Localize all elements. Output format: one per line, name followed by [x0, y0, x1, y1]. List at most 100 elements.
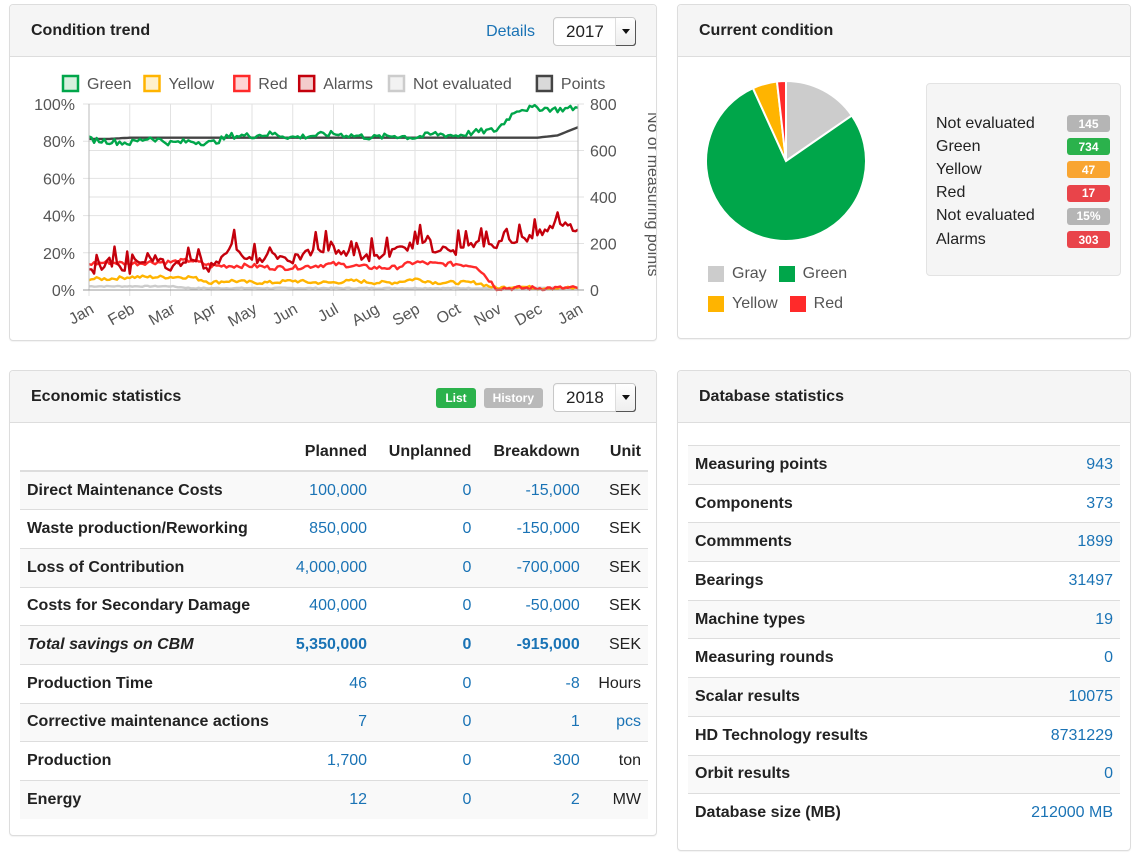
breakdown-value[interactable]: -150,000	[478, 509, 587, 549]
planned-value[interactable]: 12	[282, 780, 375, 820]
database-statistics-heading: Database statistics	[678, 371, 1130, 423]
x-tick-label: Mar	[146, 300, 179, 329]
chevron-down-icon[interactable]	[615, 384, 635, 411]
column-header-planned: Planned	[282, 433, 375, 472]
list-button[interactable]: List	[436, 387, 476, 408]
stat-label: Measuring points	[688, 445, 974, 485]
breakdown-value[interactable]: -15,000	[478, 470, 587, 510]
unit-value: SEK	[586, 547, 648, 588]
unplanned-value[interactable]: 0	[374, 509, 479, 549]
planned-value[interactable]: 4,000,000	[282, 547, 375, 588]
summary-label: Not evaluated	[936, 114, 1035, 132]
breakdown-value[interactable]: 1	[478, 702, 587, 742]
planned-value[interactable]: 400,000	[282, 586, 375, 626]
legend-item-green[interactable]: Green	[61, 74, 131, 93]
breakdown-value[interactable]: -915,000	[478, 625, 587, 665]
row-label: Total savings on CBM	[20, 625, 282, 665]
table-row: HD Technology results 8731229	[688, 715, 1120, 755]
legend-item-not-evaluated[interactable]: Not evaluated	[387, 74, 512, 93]
count-badge: 303	[1067, 231, 1110, 249]
unplanned-value[interactable]: 0	[374, 470, 479, 510]
column-header-unit: Unit	[586, 433, 648, 472]
planned-value[interactable]: 100,000	[282, 470, 375, 510]
y-tick-label-left: 40%	[43, 209, 75, 226]
breakdown-value[interactable]: 2	[478, 780, 587, 820]
stat-value[interactable]: 8731229	[973, 715, 1120, 755]
x-tick-label: Nov	[471, 301, 504, 330]
legend-item-red[interactable]: Red	[233, 74, 288, 93]
summary-label: Alarms	[936, 230, 986, 248]
table-row: Commments 1899	[688, 522, 1120, 562]
stat-value[interactable]: 0	[973, 638, 1120, 678]
legend-label: Alarms	[323, 76, 373, 93]
table-row: Costs for Secondary Damage 400,000 0 -50,00…	[20, 586, 648, 626]
summary-label: Red	[936, 184, 966, 202]
stat-value[interactable]: 212000 MB	[973, 793, 1120, 833]
legend-label: Red	[258, 76, 287, 93]
unit-value[interactable]: pcs	[586, 702, 648, 742]
unit-value: SEK	[586, 586, 648, 626]
unplanned-value[interactable]: 0	[374, 625, 479, 665]
planned-value[interactable]: 1,700	[282, 741, 375, 781]
column-header-label	[20, 433, 282, 472]
x-tick-label: Sep	[390, 301, 423, 330]
pie-legend-gray[interactable]: Gray	[708, 265, 767, 283]
economic-statistics-title: Economic statistics	[31, 388, 182, 405]
x-tick-label: Aug	[349, 301, 382, 330]
stat-label: HD Technology results	[688, 715, 974, 755]
table-row: Measuring points 943	[688, 445, 1120, 485]
stat-label: Measuring rounds	[688, 638, 974, 678]
planned-value[interactable]: 7	[282, 702, 375, 742]
database-statistics-panel: Database statistics Measuring points 943 C…	[677, 370, 1131, 851]
breakdown-value[interactable]: -700,000	[478, 547, 587, 588]
summary-row-alarms: Alarms 303	[927, 228, 1120, 251]
breakdown-value[interactable]: -50,000	[478, 586, 587, 626]
stat-value[interactable]: 19	[973, 599, 1120, 639]
details-link[interactable]: Details	[486, 23, 535, 41]
stat-value[interactable]: 373	[973, 483, 1120, 523]
legend-item-alarms[interactable]: Alarms	[297, 74, 373, 93]
unplanned-value[interactable]: 0	[374, 547, 479, 588]
planned-value[interactable]: 5,350,000	[282, 625, 375, 665]
planned-value[interactable]: 46	[282, 663, 375, 704]
economic-statistics-heading: Economic statistics List History 2018	[10, 371, 656, 423]
legend-swatch	[387, 74, 406, 93]
unplanned-value[interactable]: 0	[374, 702, 479, 742]
legend-item-yellow[interactable]: Yellow	[143, 74, 215, 93]
y-tick-label-right: 200	[590, 237, 617, 254]
unplanned-value[interactable]: 0	[374, 741, 479, 781]
y-tick-label-left: 0%	[52, 283, 75, 300]
stat-value[interactable]: 943	[973, 445, 1120, 485]
stat-value[interactable]: 0	[973, 754, 1120, 794]
stat-label: Bearings	[688, 561, 974, 601]
unplanned-value[interactable]: 0	[374, 586, 479, 626]
planned-value[interactable]: 850,000	[282, 509, 375, 549]
trend-year-select[interactable]: 2017	[553, 17, 636, 46]
pie-legend-label: Gray	[732, 265, 767, 282]
pie-legend-red[interactable]: Red	[789, 295, 844, 313]
pie-legend-yellow[interactable]: Yellow	[708, 295, 778, 313]
stat-value[interactable]: 10075	[973, 677, 1120, 717]
stat-value[interactable]: 31497	[973, 561, 1120, 601]
breakdown-value[interactable]: 300	[478, 741, 587, 781]
x-tick-label: Feb	[105, 301, 137, 330]
legend-item-points[interactable]: Points	[535, 74, 605, 93]
economic-statistics-panel: Economic statistics List History 2018 Pl…	[9, 370, 657, 836]
condition-pie-chart	[705, 79, 867, 242]
unit-value: MW	[586, 780, 648, 820]
x-tick-label: Dec	[512, 301, 545, 330]
summary-row-red: Red 17	[927, 182, 1120, 205]
chevron-down-icon[interactable]	[615, 18, 635, 45]
pie-legend-green[interactable]: Green	[778, 265, 847, 283]
unplanned-value[interactable]: 0	[374, 663, 479, 704]
pie-legend-label: Red	[813, 295, 844, 312]
table-row: Components 373	[688, 483, 1120, 523]
chart-axes: 0% 20% 40% 60% 80% 100% 0 200 400 600 800 Jan Feb Mar…	[34, 97, 656, 331]
economic-year-select[interactable]: 2018	[553, 383, 636, 412]
breakdown-value[interactable]: -8	[478, 663, 587, 704]
unplanned-value[interactable]: 0	[374, 780, 479, 820]
history-button[interactable]: History	[483, 387, 543, 408]
stat-value[interactable]: 1899	[973, 522, 1120, 562]
x-tick-label: Jan	[66, 301, 97, 329]
row-label: Production	[20, 741, 282, 781]
